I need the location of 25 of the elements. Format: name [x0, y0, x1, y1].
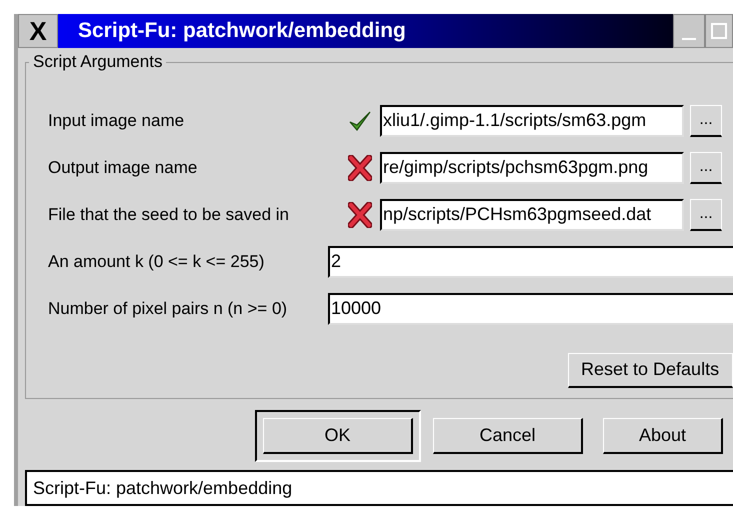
field-label: An amount k (0 <= k <= 255)	[48, 250, 266, 273]
window-menu-icon[interactable]: X	[18, 14, 58, 48]
browse-button[interactable]: ...	[690, 198, 722, 231]
dialog-button[interactable]: Cancel	[433, 418, 583, 454]
browse-button[interactable]: ...	[690, 152, 722, 184]
input-field[interactable]: 2	[328, 246, 733, 278]
input-field[interactable]: 10000	[328, 292, 733, 325]
maximize-button[interactable]	[705, 14, 733, 48]
browse-button[interactable]: ...	[690, 104, 722, 137]
file-path-field[interactable]: np/scripts/PCHsm63pgmseed.dat	[380, 198, 684, 231]
dialog-button[interactable]: OK	[263, 418, 413, 454]
maximize-icon	[711, 22, 727, 39]
reset-button[interactable]: Reset to Defaults	[568, 352, 733, 388]
status-bar: Script-Fu: patchwork/embedding	[25, 470, 733, 506]
window-title: Script-Fu: patchwork/embedding	[77, 18, 407, 44]
minimize-icon	[682, 38, 696, 41]
file-path-field[interactable]: xliu1/.gimp-1.1/scripts/sm63.pgm	[380, 104, 684, 137]
file-path-field[interactable]: re/gimp/scripts/pchsm63pgm.png	[380, 152, 684, 184]
field-label: Output image name	[48, 156, 198, 179]
field-label: Input image name	[48, 110, 186, 132]
dialog-button[interactable]: About	[603, 418, 723, 454]
field-label: Number of pixel pairs n (n >= 0)	[48, 298, 288, 320]
minimize-button[interactable]	[673, 14, 705, 48]
frame-title: Script Arguments	[29, 52, 166, 72]
field-label: File that the seed to be saved in	[48, 204, 290, 226]
